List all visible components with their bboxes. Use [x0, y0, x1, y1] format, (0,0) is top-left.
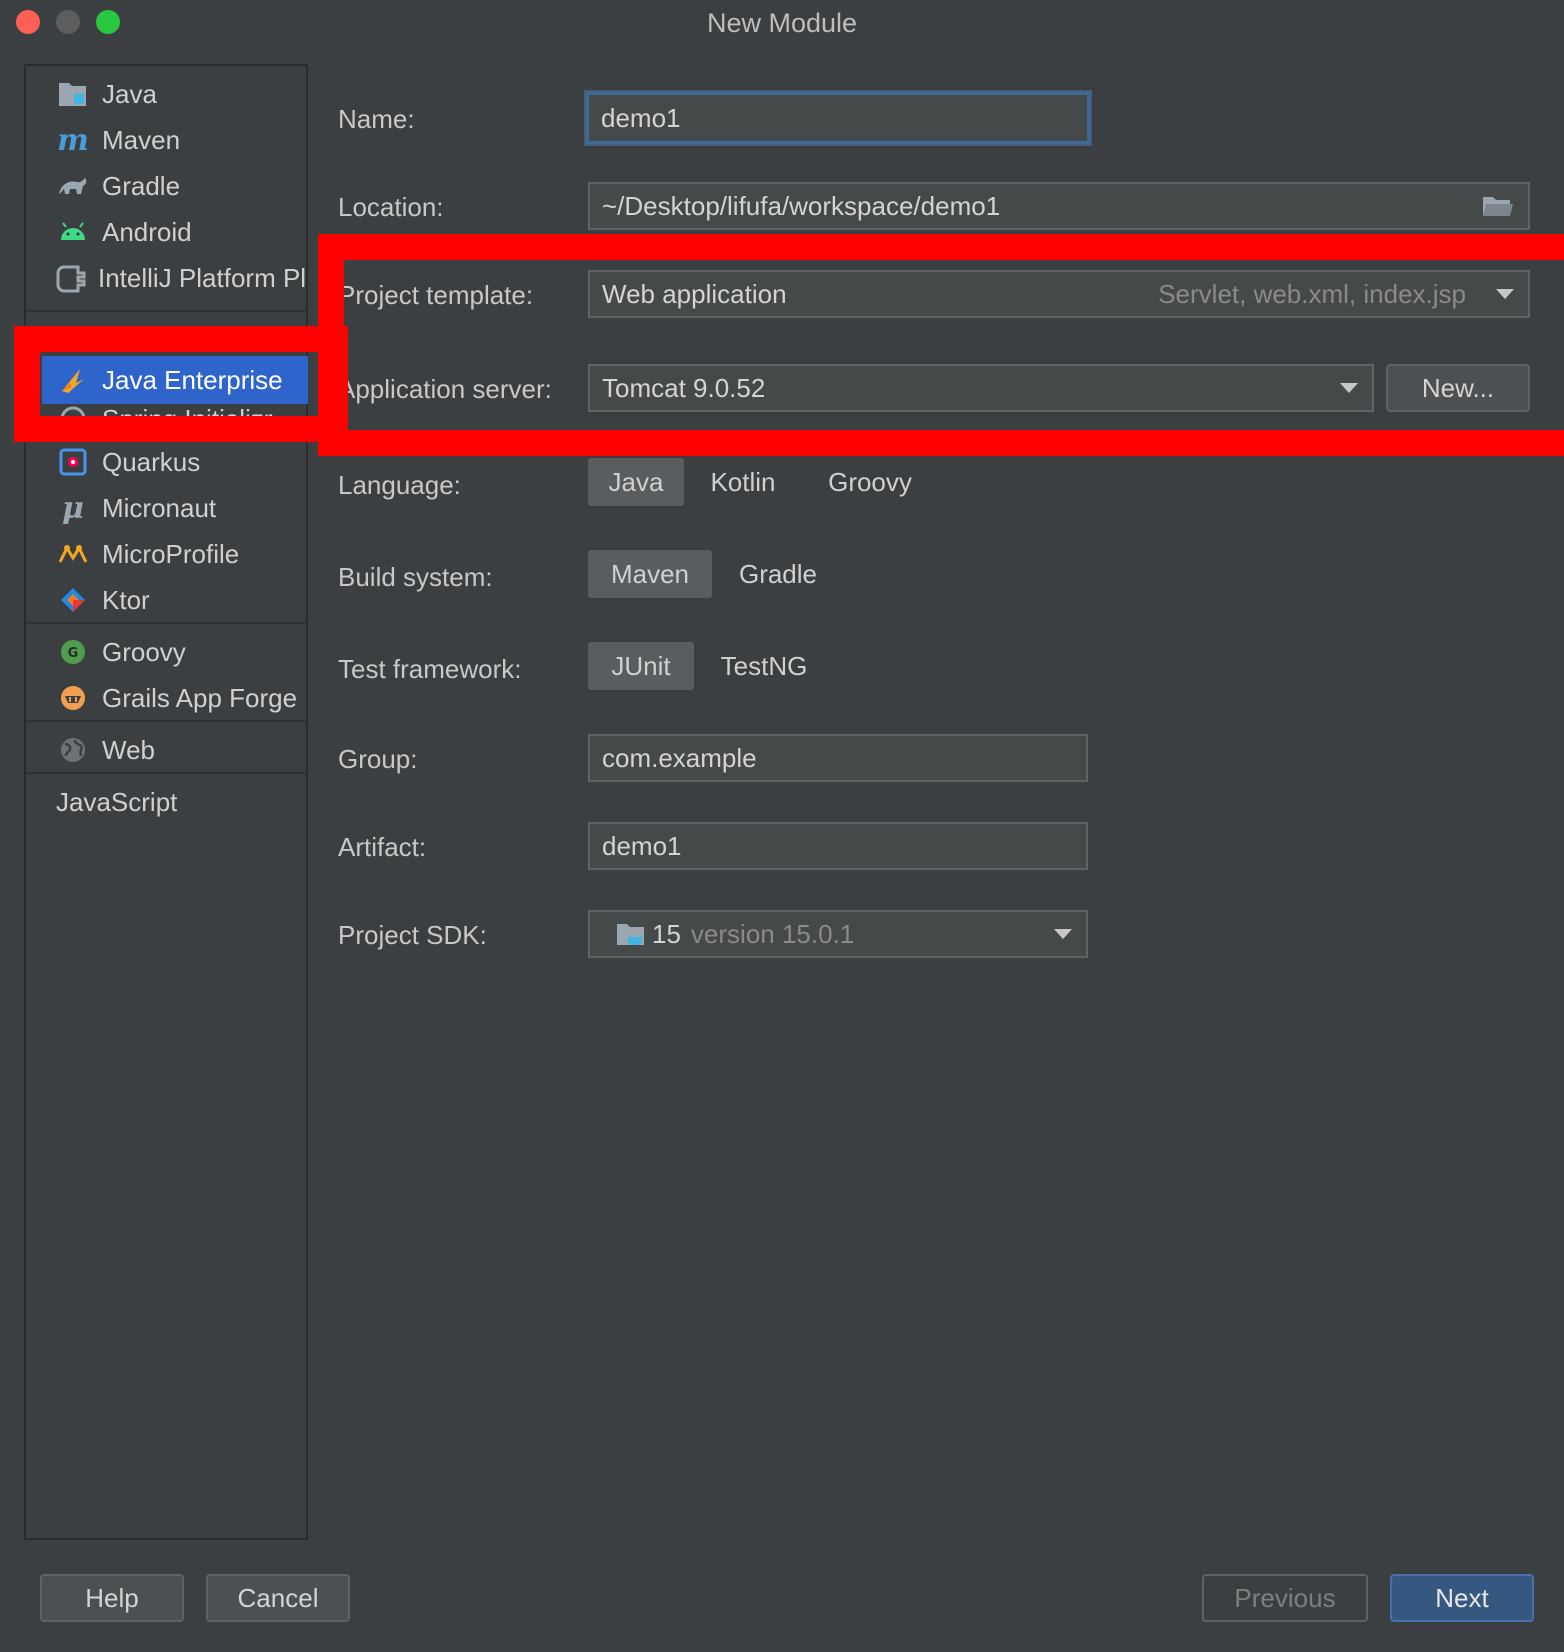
- java-folder-icon: [56, 77, 90, 111]
- grails-icon: [56, 681, 90, 715]
- name-label: Name:: [338, 104, 415, 134]
- globe-icon: [56, 733, 90, 767]
- project-sdk-label: Project SDK:: [338, 920, 487, 950]
- ktor-icon: [56, 583, 90, 617]
- sidebar-separator: [26, 720, 306, 722]
- quarkus-icon: [56, 445, 90, 479]
- sidebar-item-label: Ktor: [102, 584, 150, 615]
- language-option-kotlin[interactable]: Kotlin: [698, 458, 788, 506]
- sidebar-item-label: Micronaut: [102, 492, 217, 523]
- plugin-icon: [56, 261, 86, 295]
- artifact-field[interactable]: demo1: [588, 822, 1088, 870]
- sidebar-item-gradle[interactable]: Gradle: [26, 162, 306, 210]
- sidebar-item-label: MicroProfile: [102, 538, 240, 569]
- location-field-value: ~/Desktop/lifufa/workspace/demo1: [602, 190, 1001, 221]
- sidebar-item-javascript[interactable]: JavaScript: [26, 778, 306, 826]
- sidebar-item-groovy[interactable]: G Groovy: [26, 628, 306, 676]
- sidebar-item-label: JavaScript: [56, 786, 178, 817]
- module-type-list: Java m Maven Gradle Android IntelliJ Pla…: [24, 64, 308, 1540]
- sidebar-item-intellij-platform-plugin[interactable]: IntelliJ Platform Plugin: [26, 254, 306, 302]
- new-module-dialog: New Module Java m Maven Gradle Android I…: [0, 0, 1564, 1652]
- sidebar-separator: [26, 310, 306, 312]
- sidebar-item-web[interactable]: Web: [26, 726, 306, 774]
- annotation-highlight-sidebar: [14, 326, 348, 442]
- group-field-value: com.example: [602, 742, 757, 773]
- artifact-field-value: demo1: [602, 830, 682, 861]
- test-framework-label: Test framework:: [338, 654, 522, 684]
- sidebar-item-label: Web: [102, 734, 155, 765]
- language-option-java[interactable]: Java: [588, 458, 684, 506]
- next-button[interactable]: Next: [1390, 1574, 1534, 1622]
- annotation-highlight-template-server: [318, 234, 1564, 456]
- sidebar-item-grails-app-forge[interactable]: Grails App Forge: [26, 674, 306, 722]
- sdk-version: version 15.0.1: [690, 918, 855, 949]
- groovy-icon: G: [56, 635, 90, 669]
- language-option-groovy[interactable]: Groovy: [816, 458, 924, 506]
- sidebar-item-label: Android: [102, 216, 192, 247]
- sidebar-item-label: Maven: [102, 124, 181, 155]
- sidebar-separator: [26, 772, 306, 774]
- test-option-testng[interactable]: TestNG: [708, 642, 820, 690]
- sidebar-item-microprofile[interactable]: MicroProfile: [26, 530, 306, 578]
- project-sdk-select[interactable]: 15 version 15.0.1: [588, 910, 1088, 958]
- sidebar-item-android[interactable]: Android: [26, 208, 306, 256]
- sidebar-item-quarkus[interactable]: Quarkus: [26, 438, 306, 486]
- sidebar-separator: [26, 622, 306, 624]
- sidebar-item-label: Grails App Forge: [102, 682, 298, 713]
- previous-button[interactable]: Previous: [1202, 1574, 1368, 1622]
- sdk-value: 15: [652, 918, 681, 949]
- micronaut-icon: μ: [62, 490, 84, 526]
- group-field[interactable]: com.example: [588, 734, 1088, 782]
- window-title: New Module: [706, 8, 858, 38]
- cancel-button[interactable]: Cancel: [206, 1574, 350, 1622]
- android-icon: [56, 215, 90, 249]
- sidebar-item-label: Quarkus: [102, 446, 201, 477]
- gradle-icon: [56, 169, 90, 203]
- sidebar-item-label: IntelliJ Platform Plugin: [98, 262, 306, 293]
- group-label: Group:: [338, 744, 418, 774]
- build-option-maven[interactable]: Maven: [588, 550, 712, 598]
- name-field[interactable]: demo1: [586, 92, 1090, 144]
- sdk-folder-icon: [616, 921, 646, 947]
- artifact-label: Artifact:: [338, 832, 427, 862]
- test-option-junit[interactable]: JUnit: [588, 642, 694, 690]
- sidebar-item-label: Groovy: [102, 636, 186, 667]
- language-label: Language:: [338, 470, 461, 500]
- sidebar-item-java[interactable]: Java: [26, 70, 306, 118]
- name-field-value: demo1: [601, 102, 681, 133]
- help-button[interactable]: Help: [40, 1574, 184, 1622]
- build-option-gradle[interactable]: Gradle: [726, 550, 830, 598]
- sidebar-item-ktor[interactable]: Ktor: [26, 576, 306, 624]
- sidebar-item-maven[interactable]: m Maven: [26, 116, 306, 164]
- svg-text:G: G: [68, 646, 79, 661]
- microprofile-icon: [56, 537, 90, 571]
- maven-icon: m: [57, 122, 89, 158]
- browse-folder-icon[interactable]: [1482, 194, 1514, 225]
- location-label: Location:: [338, 192, 444, 222]
- build-system-label: Build system:: [338, 562, 493, 592]
- title-bar: New Module: [0, 0, 1564, 46]
- sidebar-item-label: Gradle: [102, 170, 181, 201]
- chevron-down-icon: [1054, 929, 1072, 939]
- location-field[interactable]: ~/Desktop/lifufa/workspace/demo1: [588, 182, 1530, 230]
- sidebar-item-label: Java: [102, 78, 157, 109]
- sidebar-item-micronaut[interactable]: μ Micronaut: [26, 484, 306, 532]
